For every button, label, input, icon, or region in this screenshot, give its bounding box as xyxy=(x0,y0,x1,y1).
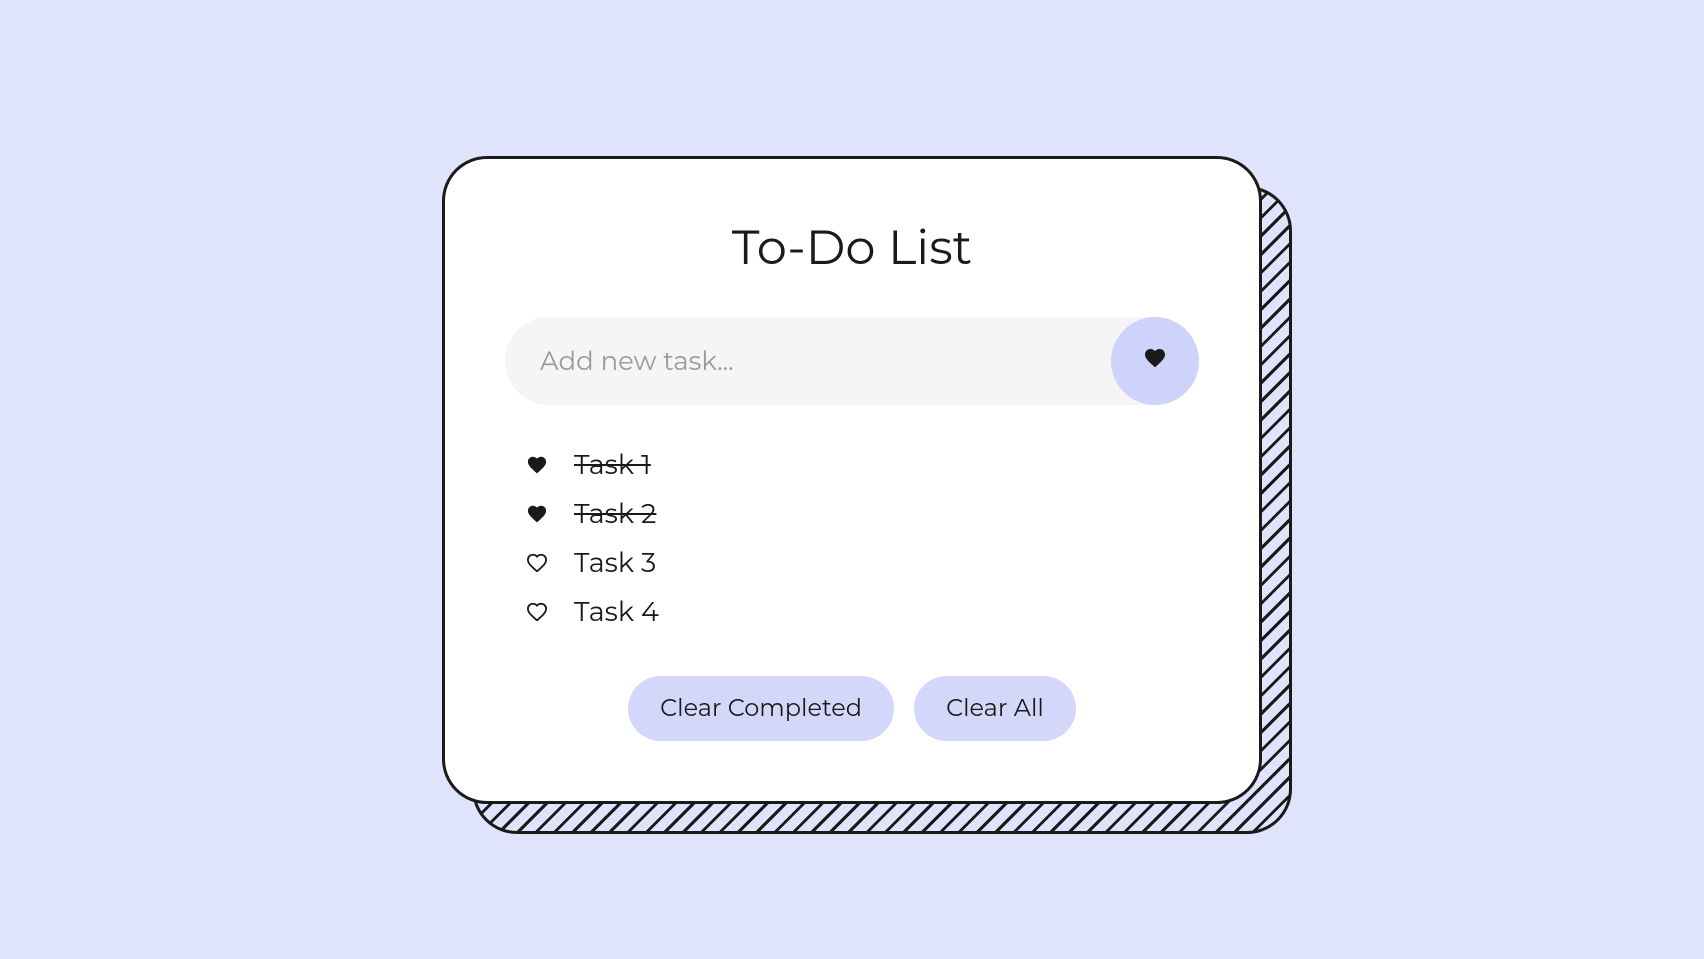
heart-icon xyxy=(1143,346,1167,375)
clear-all-button[interactable]: Clear All xyxy=(914,676,1076,741)
new-task-input[interactable] xyxy=(505,317,1111,405)
heart-filled-icon[interactable] xyxy=(525,501,549,525)
task-label[interactable]: Task 4 xyxy=(574,595,659,628)
task-item: Task 2 xyxy=(525,489,1179,538)
input-row xyxy=(505,317,1199,405)
action-buttons-row: Clear Completed Clear All xyxy=(505,676,1199,741)
task-item: Task 3 xyxy=(525,538,1179,587)
task-item: Task 4 xyxy=(525,587,1179,636)
task-item: Task 1 xyxy=(525,440,1179,489)
task-list: Task 1 Task 2 Task 3 Task 4 xyxy=(505,440,1199,636)
add-task-button[interactable] xyxy=(1111,317,1199,405)
task-label[interactable]: Task 2 xyxy=(574,497,656,530)
task-label[interactable]: Task 1 xyxy=(574,448,651,481)
heart-outline-icon[interactable] xyxy=(525,599,549,623)
main-card: To-Do List Task 1 Task 2 Task 3 Task 4 Clea… xyxy=(442,156,1262,804)
heart-filled-icon[interactable] xyxy=(525,452,549,476)
task-label[interactable]: Task 3 xyxy=(574,546,656,579)
page-title: To-Do List xyxy=(505,219,1199,277)
clear-completed-button[interactable]: Clear Completed xyxy=(628,676,894,741)
heart-outline-icon[interactable] xyxy=(525,550,549,574)
app-container: To-Do List Task 1 Task 2 Task 3 Task 4 Clea… xyxy=(442,156,1262,804)
